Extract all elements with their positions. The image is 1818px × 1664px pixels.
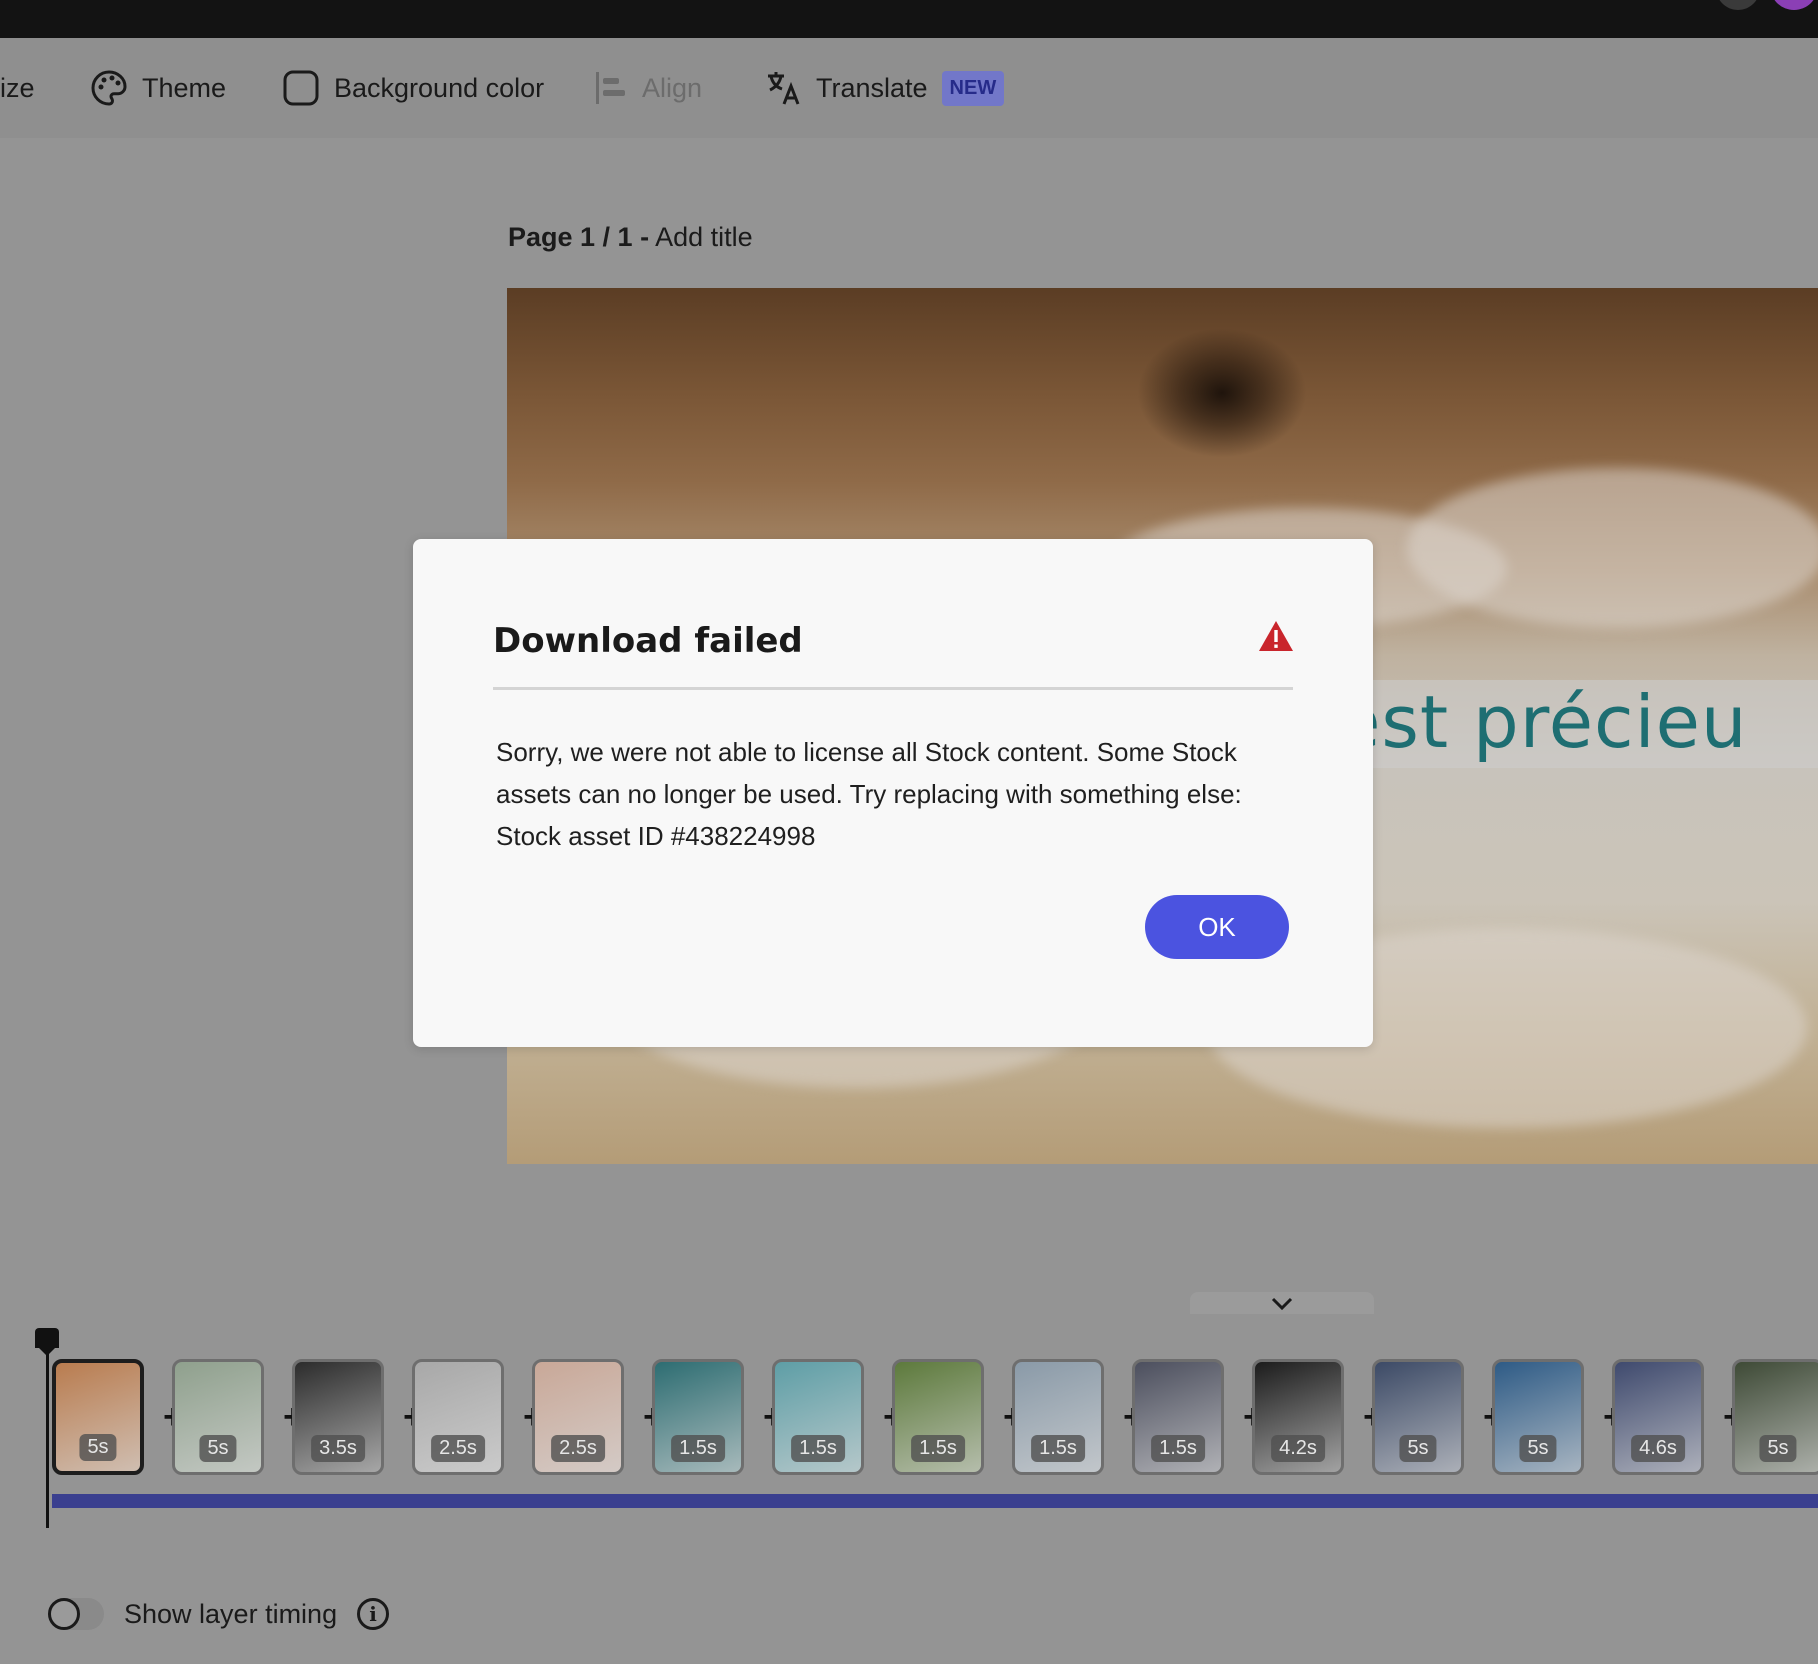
clip-duration: 5s (199, 1435, 237, 1462)
align-left-icon (596, 72, 625, 104)
resize-button[interactable]: ize (0, 68, 35, 108)
new-badge: NEW (941, 70, 1005, 106)
clip-duration: 1.5s (911, 1435, 965, 1462)
clip-duration: 1.5s (791, 1435, 845, 1462)
clip-duration: 3.5s (311, 1435, 365, 1462)
dialog-title: Download failed (493, 621, 803, 661)
translate-button[interactable]: Translate NEW (766, 68, 1005, 108)
playhead-handle[interactable] (35, 1328, 59, 1356)
warning-icon (1259, 621, 1293, 651)
clip-duration: 2.5s (551, 1435, 605, 1462)
dialog-message: Sorry, we were not able to license all S… (496, 737, 1242, 851)
background-color-button[interactable]: Background color (282, 68, 544, 108)
clip-duration: 1.5s (671, 1435, 725, 1462)
ok-button[interactable]: OK (1145, 895, 1289, 959)
timeline-clip[interactable]: 2.5s (532, 1359, 624, 1475)
dialog-divider (493, 687, 1293, 690)
clip-duration: 5s (1399, 1435, 1437, 1462)
background-color-label: Background color (334, 72, 545, 103)
align-button[interactable]: Align (594, 68, 702, 108)
clip-duration: 1.5s (1031, 1435, 1085, 1462)
timeline-clip[interactable]: 1.5s (1132, 1359, 1224, 1475)
timeline-clip[interactable]: 1.5s (652, 1359, 744, 1475)
align-label: Align (642, 72, 703, 103)
timeline-clip[interactable]: 5s (1492, 1359, 1584, 1475)
clip-duration: 1.5s (1151, 1435, 1205, 1462)
info-icon[interactable]: i (357, 1598, 390, 1630)
clip-duration: 5s (1759, 1435, 1797, 1462)
layer-timing-label: Show layer timing (124, 1598, 338, 1629)
timeline-clip[interactable]: 4.2s (1252, 1359, 1344, 1475)
add-title-link[interactable]: Add title (655, 222, 753, 252)
timeline-clip[interactable]: 3.5s (292, 1359, 384, 1475)
translate-icon (768, 72, 800, 105)
chevron-down-icon (1271, 1297, 1293, 1311)
theme-label: Theme (142, 72, 227, 103)
playhead[interactable] (46, 1328, 49, 1528)
timeline-clip[interactable]: 2.5s (412, 1359, 504, 1475)
clip-duration: 2.5s (431, 1435, 485, 1462)
timeline-clip[interactable]: 1.5s (772, 1359, 864, 1475)
timeline-clip[interactable]: 1.5s (1012, 1359, 1104, 1475)
theme-button[interactable]: Theme (90, 68, 226, 108)
clip-duration: 4.6s (1631, 1435, 1685, 1462)
clip-duration: 5s (1519, 1435, 1557, 1462)
translate-label: Translate (816, 72, 928, 103)
background-swatch-icon (283, 70, 319, 106)
app-header (0, 0, 1818, 38)
page-title[interactable]: Page 1 / 1 - Add title (508, 222, 753, 253)
timeline-clip[interactable]: 1.5s (892, 1359, 984, 1475)
timeline-clip[interactable]: 5s (52, 1359, 144, 1475)
collapse-timeline-button[interactable] (1190, 1292, 1374, 1316)
layer-timing-toggle[interactable] (48, 1598, 104, 1630)
timeline-clip[interactable]: 5s (1372, 1359, 1464, 1475)
timeline-clip[interactable]: 4.6s (1612, 1359, 1704, 1475)
clip-duration: 4.2s (1271, 1435, 1325, 1462)
layer-timing-control: Show layer timing i (48, 1598, 390, 1630)
toolbar: ize Theme Background color Align Transla… (0, 38, 1818, 138)
timeline-clip[interactable]: 5s (1732, 1359, 1818, 1475)
timeline-progress-bar[interactable] (52, 1494, 1818, 1508)
page-number: Page 1 / 1 - (508, 222, 650, 252)
timeline-clip[interactable]: 5s (172, 1359, 264, 1475)
palette-icon (91, 70, 127, 106)
download-failed-dialog: Download failed Sorry, we were not able … (413, 539, 1373, 1047)
slide-background-image (1137, 328, 1307, 458)
avatar[interactable] (1698, 0, 1818, 12)
resize-label: ize (0, 72, 35, 103)
clip-duration: 5s (79, 1434, 117, 1461)
